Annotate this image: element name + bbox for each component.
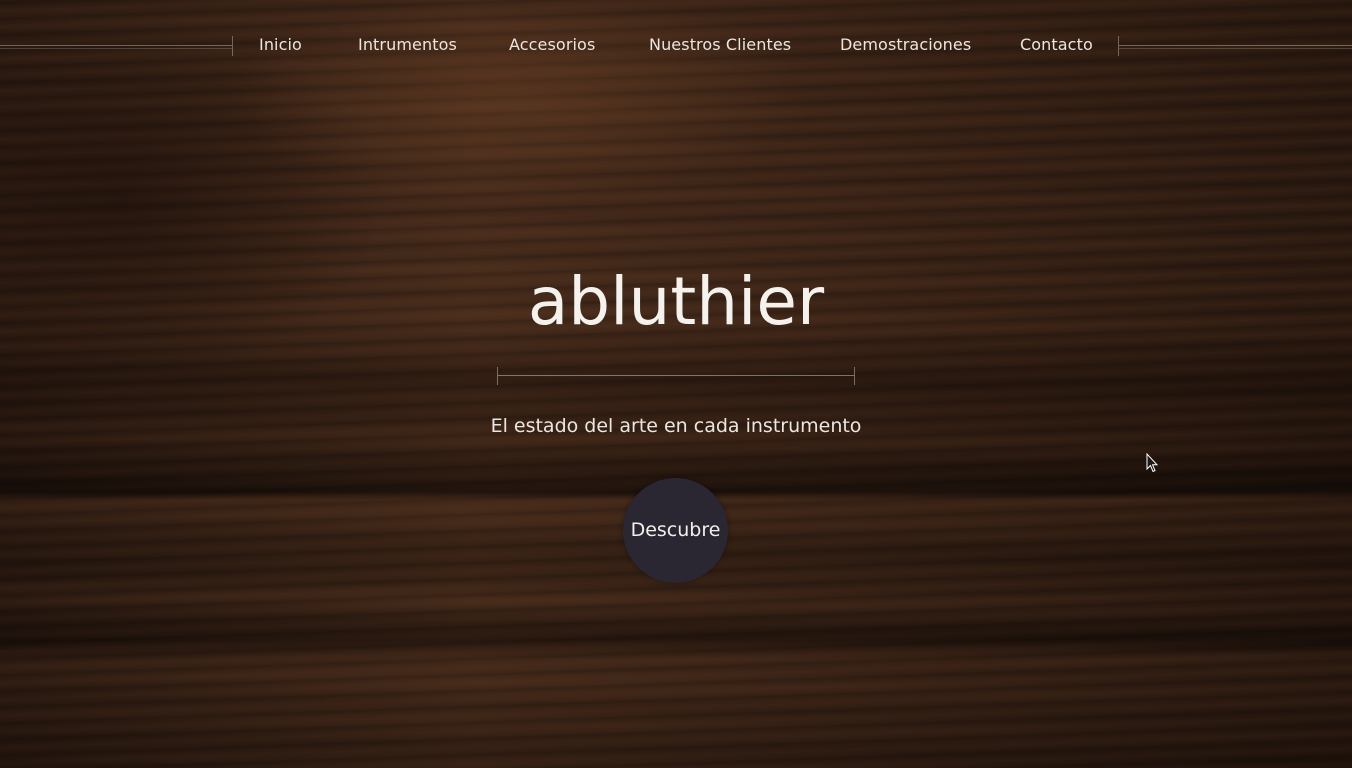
discover-button[interactable]: Descubre <box>623 478 728 583</box>
top-navigation: Inicio Intrumentos Accesorios Nuestros C… <box>0 0 1352 90</box>
nav-divider-right <box>1119 45 1352 49</box>
tagline: El estado del arte en cada instrumento <box>490 415 862 437</box>
nav-divider-left-end <box>232 36 233 56</box>
title-divider-left-tick <box>497 367 498 385</box>
title-divider <box>498 375 854 376</box>
nav-item-accesorios[interactable]: Accesorios <box>509 33 595 57</box>
nav-item-demostraciones[interactable]: Demostraciones <box>840 33 971 57</box>
mouse-pointer-icon <box>1146 453 1158 473</box>
nav-divider-left <box>0 45 232 49</box>
nav-item-inicio[interactable]: Inicio <box>259 33 302 57</box>
nav-item-nuestros-clientes[interactable]: Nuestros Clientes <box>649 33 791 57</box>
nav-item-contacto[interactable]: Contacto <box>1020 33 1093 57</box>
title-divider-right-tick <box>854 367 855 385</box>
site-title: abluthier <box>527 263 825 340</box>
nav-item-instrumentos[interactable]: Intrumentos <box>358 33 457 57</box>
